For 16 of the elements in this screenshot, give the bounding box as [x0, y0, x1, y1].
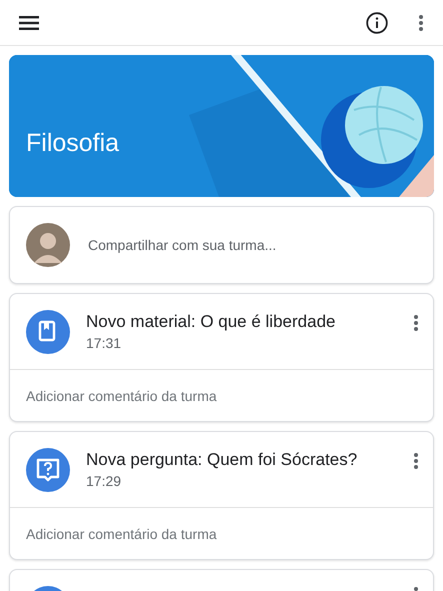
- post-title[interactable]: Novo material: O que é liberdade: [86, 312, 397, 332]
- comment-field[interactable]: Adicionar comentário da turma: [26, 388, 417, 404]
- class-title: Filosofia: [26, 129, 120, 158]
- info-icon[interactable]: [366, 12, 388, 34]
- post-time: 17:29: [86, 473, 122, 489]
- more-options-icon[interactable]: [418, 14, 424, 32]
- question-icon: [26, 448, 70, 492]
- share-field[interactable]: Compartilhar com sua turma...: [86, 236, 417, 254]
- menu-icon[interactable]: [19, 16, 39, 30]
- book-icon: [26, 310, 70, 354]
- post-time: 17:31: [86, 335, 122, 351]
- more-options-icon[interactable]: [413, 452, 419, 470]
- post-title[interactable]: Nova pergunta: Quem foi Sócrates?: [86, 450, 397, 470]
- more-options-icon[interactable]: [413, 314, 419, 332]
- comment-field[interactable]: Adicionar comentário da turma: [26, 526, 417, 542]
- avatar: [26, 223, 70, 267]
